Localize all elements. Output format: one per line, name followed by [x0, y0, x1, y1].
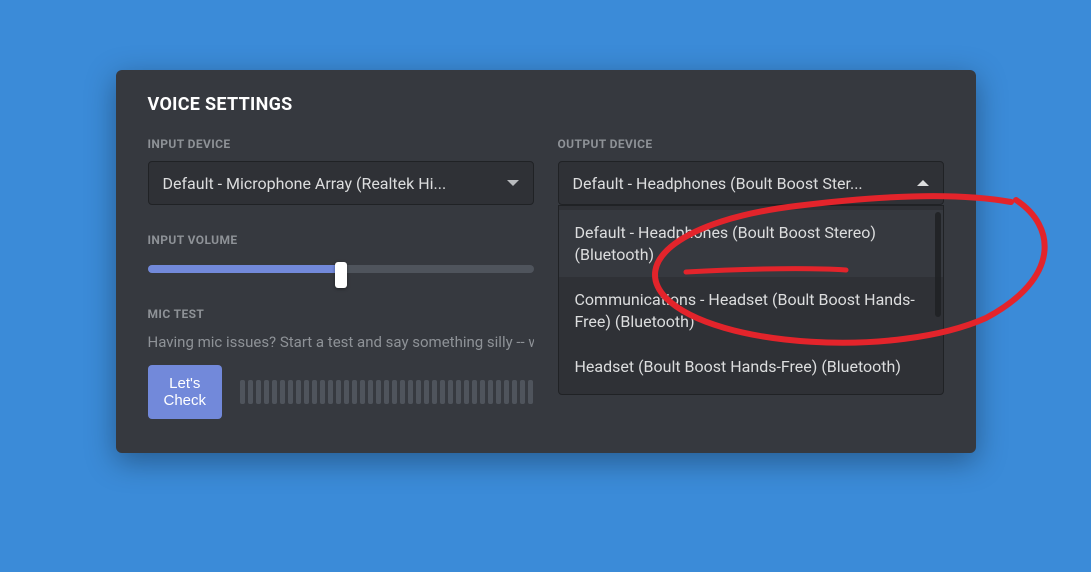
voice-settings-panel: VOICE SETTINGS INPUT DEVICE Default - Mi…: [116, 70, 976, 453]
input-device-select[interactable]: Default - Microphone Array (Realtek Hi..…: [148, 161, 534, 205]
chevron-up-icon: [917, 180, 929, 186]
meter-tick: [504, 380, 509, 404]
meter-tick: [384, 380, 389, 404]
meter-tick: [248, 380, 253, 404]
output-device-select[interactable]: Default - Headphones (Boult Boost Ster..…: [558, 161, 944, 205]
meter-tick: [304, 380, 309, 404]
meter-tick: [456, 380, 461, 404]
chevron-down-icon: [507, 180, 519, 186]
output-device-option[interactable]: Default - Headphones (Boult Boost Stereo…: [559, 210, 943, 277]
meter-tick: [328, 380, 333, 404]
meter-tick: [264, 380, 269, 404]
meter-tick: [496, 380, 501, 404]
output-device-option[interactable]: Communications - Headset (Boult Boost Ha…: [559, 277, 943, 344]
mic-test-desc: Having mic issues? Start a test and say …: [148, 333, 534, 351]
meter-tick: [256, 380, 261, 404]
input-volume-label: INPUT VOLUME: [148, 233, 534, 247]
output-select-wrap: Default - Headphones (Boult Boost Ster..…: [558, 161, 944, 205]
output-device-option[interactable]: Headset (Boult Boost Hands-Free) (Blueto…: [559, 344, 943, 390]
meter-tick: [288, 380, 293, 404]
meter-tick: [400, 380, 405, 404]
meter-tick: [408, 380, 413, 404]
meter-tick: [280, 380, 285, 404]
meter-tick: [424, 380, 429, 404]
meter-tick: [392, 380, 397, 404]
meter-tick: [416, 380, 421, 404]
meter-tick: [240, 380, 245, 404]
output-device-label: OUTPUT DEVICE: [558, 137, 944, 151]
output-column: OUTPUT DEVICE Default - Headphones (Boul…: [558, 137, 944, 419]
meter-tick: [344, 380, 349, 404]
device-row: INPUT DEVICE Default - Microphone Array …: [148, 137, 944, 419]
meter-tick: [440, 380, 445, 404]
meter-tick: [512, 380, 517, 404]
meter-tick: [376, 380, 381, 404]
meter-tick: [336, 380, 341, 404]
meter-tick: [352, 380, 357, 404]
input-device-label: INPUT DEVICE: [148, 137, 534, 151]
meter-tick: [360, 380, 365, 404]
input-volume-slider[interactable]: [148, 259, 534, 279]
slider-fill: [148, 265, 341, 273]
output-device-dropdown: Default - Headphones (Boult Boost Stereo…: [558, 205, 944, 395]
meter-tick: [296, 380, 301, 404]
meter-tick: [520, 380, 525, 404]
meter-tick: [448, 380, 453, 404]
meter-tick: [312, 380, 317, 404]
scrollbar[interactable]: [935, 212, 941, 317]
mic-level-meter: [240, 380, 533, 404]
mic-test-row: Let's Check: [148, 365, 534, 419]
meter-tick: [480, 380, 485, 404]
input-column: INPUT DEVICE Default - Microphone Array …: [148, 137, 534, 419]
meter-tick: [488, 380, 493, 404]
slider-track: [148, 265, 534, 273]
input-device-value: Default - Microphone Array (Realtek Hi..…: [163, 174, 497, 193]
meter-tick: [472, 380, 477, 404]
lets-check-button[interactable]: Let's Check: [148, 365, 223, 419]
meter-tick: [272, 380, 277, 404]
output-device-value: Default - Headphones (Boult Boost Ster..…: [573, 174, 907, 193]
meter-tick: [528, 380, 533, 404]
meter-tick: [368, 380, 373, 404]
meter-tick: [320, 380, 325, 404]
page-title: VOICE SETTINGS: [148, 94, 944, 115]
meter-tick: [432, 380, 437, 404]
mic-test-label: MIC TEST: [148, 307, 534, 321]
slider-thumb[interactable]: [335, 262, 347, 288]
meter-tick: [464, 380, 469, 404]
